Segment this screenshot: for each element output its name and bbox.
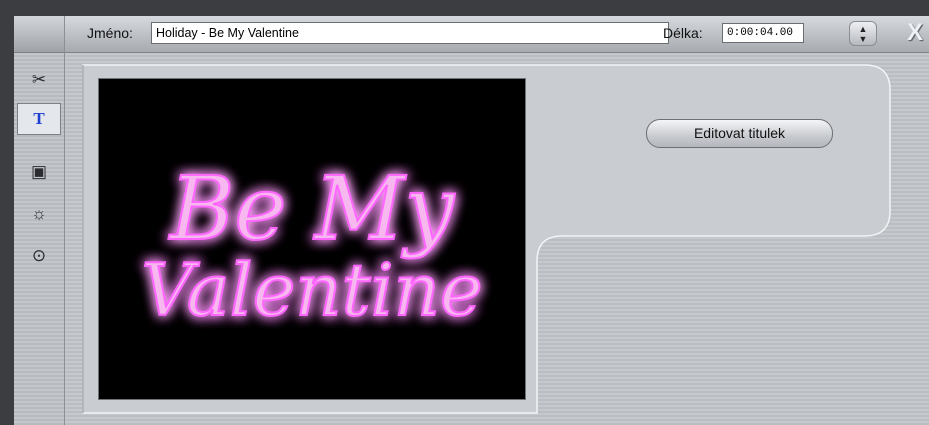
tool-title-button[interactable]: T (17, 103, 61, 135)
spin-up-icon[interactable]: ▲ (850, 24, 876, 34)
tool-camera-button[interactable]: ▣ (17, 156, 61, 188)
clip-name-input[interactable]: Holiday - Be My Valentine (151, 22, 669, 44)
scissors-icon: ✂ (31, 70, 47, 89)
brightness-icon: ☼ (31, 204, 47, 223)
tool-trim-button[interactable]: ✂ (17, 64, 61, 96)
edit-title-button[interactable]: Editovat titulek (646, 119, 833, 148)
clip-header: Jméno: Holiday - Be My Valentine Délka: … (65, 16, 929, 53)
tool-speed-button[interactable]: ⊙ (17, 240, 61, 272)
preview-line1: Be My (168, 157, 456, 260)
preview-line2: Valentine (141, 248, 482, 332)
spin-down-icon[interactable]: ▼ (850, 34, 876, 44)
camera-icon: ▣ (30, 162, 48, 181)
duration-input[interactable]: 0:00:04.00 (722, 23, 804, 43)
window-frame-top (0, 0, 929, 16)
video-preview: Be My Valentine (98, 78, 526, 400)
tool-sidebar-header (14, 16, 64, 53)
duration-label: Délka: (663, 25, 703, 41)
title-text-icon: T (33, 109, 45, 128)
title-preview-image: Be My Valentine (140, 156, 483, 333)
tool-color-button[interactable]: ☼ (17, 198, 61, 230)
speed-icon: ⊙ (31, 246, 47, 265)
tool-sidebar: ✂ T ▣ ☼ ⊙ (14, 16, 65, 425)
editor-content: Be My Valentine Editovat titulek (65, 53, 929, 425)
duration-spinner[interactable]: ▲ ▼ (849, 21, 877, 46)
window-frame-left (0, 0, 14, 425)
close-button[interactable]: X (900, 17, 929, 49)
name-label: Jméno: (87, 25, 133, 41)
